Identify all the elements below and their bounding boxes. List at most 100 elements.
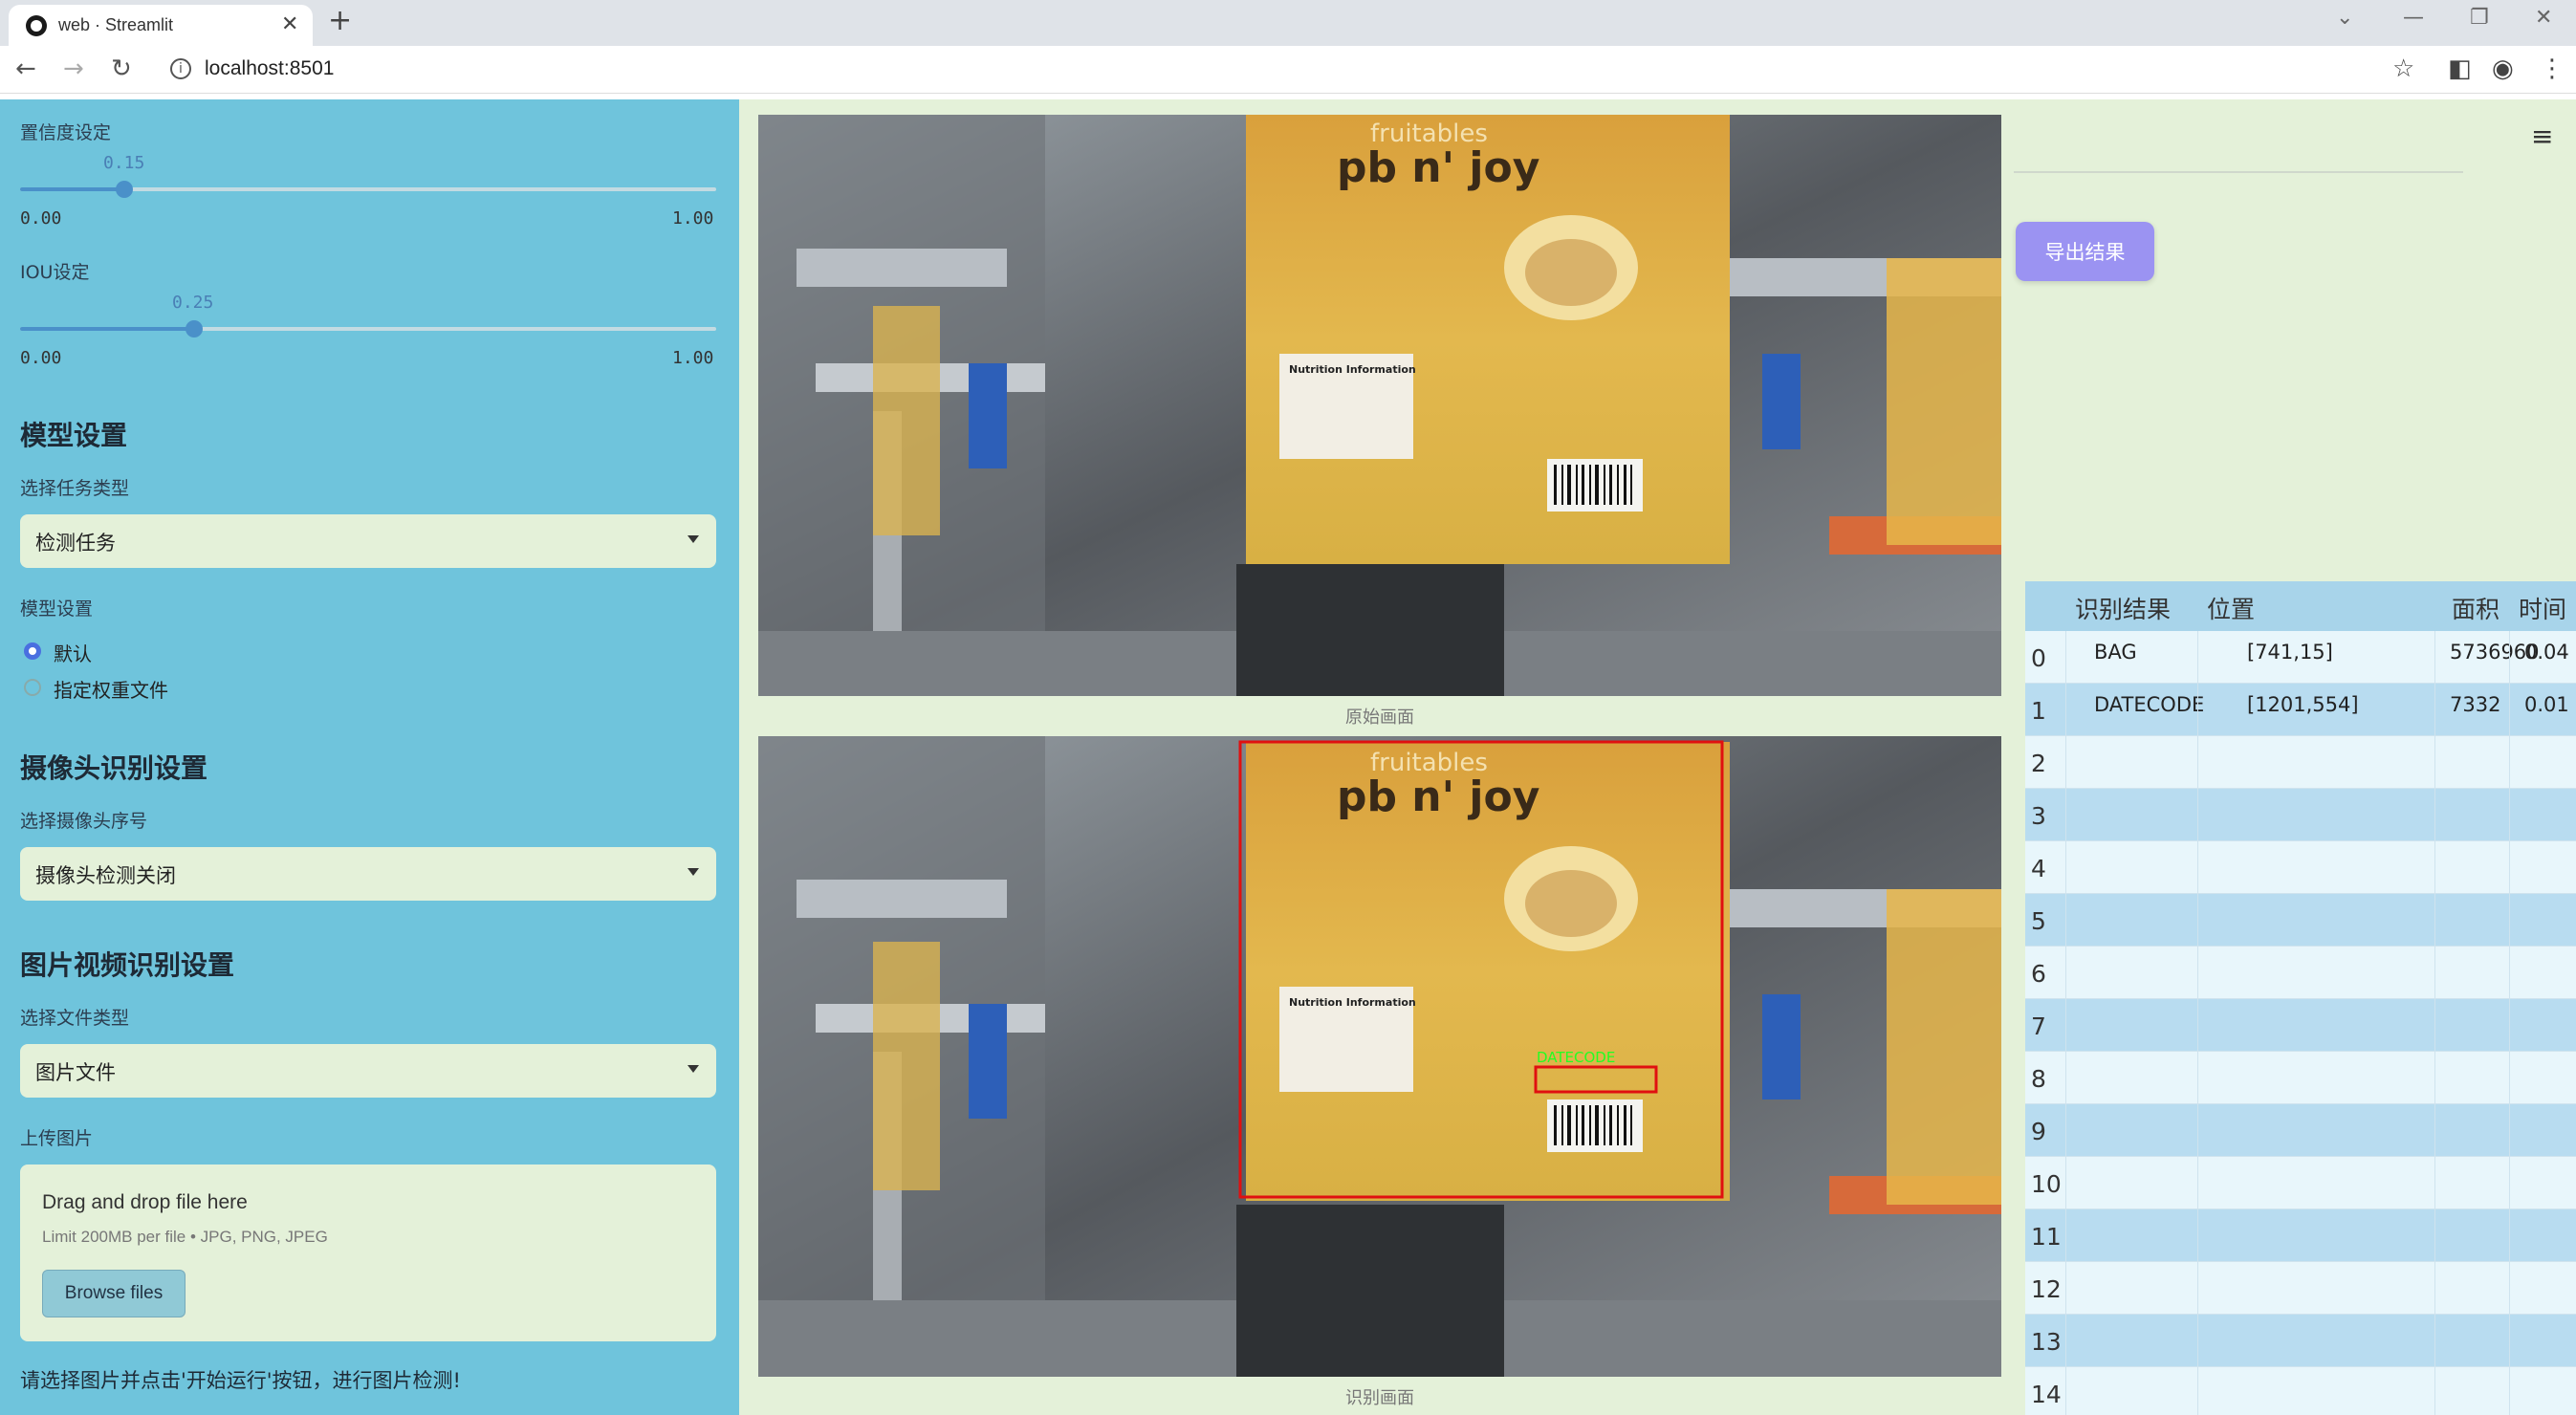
column-divider — [2434, 631, 2435, 1415]
table-row[interactable]: 6 — [2025, 947, 2576, 999]
row-index: 7 — [2031, 1012, 2046, 1040]
streamlit-favicon-icon — [26, 15, 47, 36]
menu-hamburger-icon[interactable]: ≡ — [2531, 120, 2553, 152]
address-bar: ← → ↻ i localhost:8501 ☆ ◧ ◉ ⋮ — [0, 46, 2576, 94]
browser-tab-bar: web · Streamlit ✕ + ⌄ — ❐ ✕ — [0, 0, 2576, 46]
iou-slider[interactable] — [20, 320, 716, 337]
header-position[interactable]: 位置 — [2207, 591, 2255, 625]
results-table[interactable]: 识别结果 位置 面积 时间 0 BAG [741,15] 5736960 0.04 1 DA… — [2025, 581, 2576, 1415]
restore-icon[interactable]: ❐ — [2470, 6, 2489, 30]
cell-time: 0.01 — [2524, 693, 2569, 716]
camera-section-title: 摄像头识别设置 — [20, 752, 208, 784]
confidence-label: 置信度设定 — [20, 122, 112, 143]
table-row[interactable]: 0 BAG [741,15] 5736960 0.04 — [2025, 631, 2576, 684]
url-text[interactable]: localhost:8501 — [205, 57, 334, 80]
iou-slider-thumb[interactable] — [186, 320, 203, 337]
chevron-down-icon — [688, 1065, 699, 1073]
iou-value: 0.25 — [172, 293, 214, 313]
file-dropzone[interactable]: Drag and drop file here Limit 200MB per … — [20, 1165, 716, 1341]
row-index: 1 — [2031, 697, 2046, 725]
original-image: fruitables pb n' joy Nutrition Informati… — [758, 115, 2001, 696]
browse-files-button[interactable]: Browse files — [42, 1270, 186, 1317]
confidence-slider-fill — [20, 187, 125, 191]
iou-label: IOU设定 — [20, 262, 90, 283]
radio-default-label[interactable]: 默认 — [54, 639, 92, 666]
table-row[interactable]: 14 — [2025, 1367, 2576, 1415]
header-result[interactable]: 识别结果 — [2075, 591, 2171, 625]
radio-default[interactable] — [24, 642, 41, 660]
main-content: fruitables pb n' joy Nutrition Informati… — [739, 99, 2576, 1415]
model-section-title: 模型设置 — [20, 420, 128, 451]
site-info-icon[interactable]: i — [170, 58, 191, 79]
tab-title: web · Streamlit — [58, 15, 174, 34]
new-tab-icon[interactable]: + — [328, 4, 352, 37]
tab-close-icon[interactable]: ✕ — [281, 12, 298, 36]
profile-avatar-icon[interactable]: ◉ — [2492, 54, 2514, 83]
row-index: 2 — [2031, 750, 2046, 777]
table-row[interactable]: 2 — [2025, 736, 2576, 789]
table-row[interactable]: 8 — [2025, 1052, 2576, 1104]
package-brand-text: pb n' joy — [1337, 773, 1539, 821]
radio-custom-weights-label[interactable]: 指定权重文件 — [54, 675, 168, 703]
table-row[interactable]: 13 — [2025, 1315, 2576, 1367]
row-index: 13 — [2031, 1328, 2062, 1356]
header-area[interactable]: 面积 — [2452, 591, 2500, 625]
iou-slider-fill — [20, 327, 194, 331]
task-type-select[interactable]: 检测任务 — [20, 514, 716, 568]
browser-tab[interactable]: web · Streamlit ✕ — [9, 5, 313, 46]
iou-max: 1.00 — [672, 348, 714, 368]
row-index: 11 — [2031, 1223, 2062, 1251]
window-close-icon[interactable]: ✕ — [2535, 6, 2552, 30]
table-row[interactable]: 5 — [2025, 894, 2576, 947]
radio-custom-weights[interactable] — [24, 679, 41, 696]
camera-index-select[interactable]: 摄像头检测关闭 — [20, 847, 716, 901]
minimize-icon[interactable]: — — [2403, 6, 2424, 30]
cell-position: [741,15] — [2247, 641, 2333, 664]
table-row[interactable]: 4 — [2025, 841, 2576, 894]
bookmark-star-icon[interactable]: ☆ — [2392, 54, 2414, 83]
sidebar: 置信度设定 0.15 0.00 1.00 IOU设定 0.25 0.00 1.0… — [0, 99, 739, 1415]
camera-index-value: 摄像头检测关闭 — [35, 864, 176, 887]
nutrition-title-text: Nutrition Information — [1289, 363, 1416, 376]
table-row[interactable]: 12 — [2025, 1262, 2576, 1315]
row-index: 3 — [2031, 802, 2046, 830]
file-type-value: 图片文件 — [35, 1061, 116, 1084]
side-panel-icon[interactable]: ◧ — [2448, 54, 2472, 83]
camera-index-label: 选择摄像头序号 — [20, 811, 148, 832]
divider — [2014, 171, 2463, 173]
table-row[interactable]: 10 — [2025, 1157, 2576, 1209]
file-type-select[interactable]: 图片文件 — [20, 1044, 716, 1098]
menu-kebab-icon[interactable]: ⋮ — [2540, 54, 2565, 83]
back-icon[interactable]: ← — [15, 54, 36, 83]
confidence-slider[interactable] — [20, 181, 716, 198]
upload-label: 上传图片 — [20, 1128, 94, 1149]
nutrition-title-text: Nutrition Information — [1289, 996, 1416, 1009]
instruction-text: 请选择图片并点击'开始运行'按钮，进行图片检测! — [20, 1369, 461, 1392]
row-index: 0 — [2031, 644, 2046, 672]
tab-search-chevron-icon[interactable]: ⌄ — [2336, 6, 2353, 30]
reload-icon[interactable]: ↻ — [111, 54, 132, 83]
row-index: 9 — [2031, 1118, 2046, 1145]
task-type-label: 选择任务类型 — [20, 478, 130, 499]
cell-result: DATECODE — [2094, 693, 2205, 716]
header-time[interactable]: 时间 — [2519, 591, 2566, 625]
row-index: 8 — [2031, 1065, 2046, 1093]
cell-area: 7332 — [2450, 693, 2501, 716]
row-index: 14 — [2031, 1381, 2062, 1408]
file-type-label: 选择文件类型 — [20, 1008, 130, 1029]
table-row[interactable]: 11 — [2025, 1209, 2576, 1262]
column-divider — [2509, 631, 2510, 1415]
table-row[interactable]: 7 — [2025, 999, 2576, 1052]
table-row[interactable]: 9 — [2025, 1104, 2576, 1157]
forward-icon[interactable]: → — [63, 54, 84, 83]
cell-result: BAG — [2094, 641, 2137, 664]
table-row[interactable]: 1 DATECODE [1201,554] 7332 0.01 — [2025, 684, 2576, 736]
url-field[interactable]: i localhost:8501 — [161, 52, 2398, 88]
export-results-button[interactable]: 导出结果 — [2016, 222, 2154, 281]
package-brand-text: pb n' joy — [1337, 143, 1539, 192]
row-index: 12 — [2031, 1275, 2062, 1303]
table-row[interactable]: 3 — [2025, 789, 2576, 841]
confidence-slider-thumb[interactable] — [116, 181, 134, 198]
chevron-down-icon — [688, 868, 699, 876]
result-image: fruitables pb n' joy Nutrition Informati… — [758, 736, 2001, 1377]
